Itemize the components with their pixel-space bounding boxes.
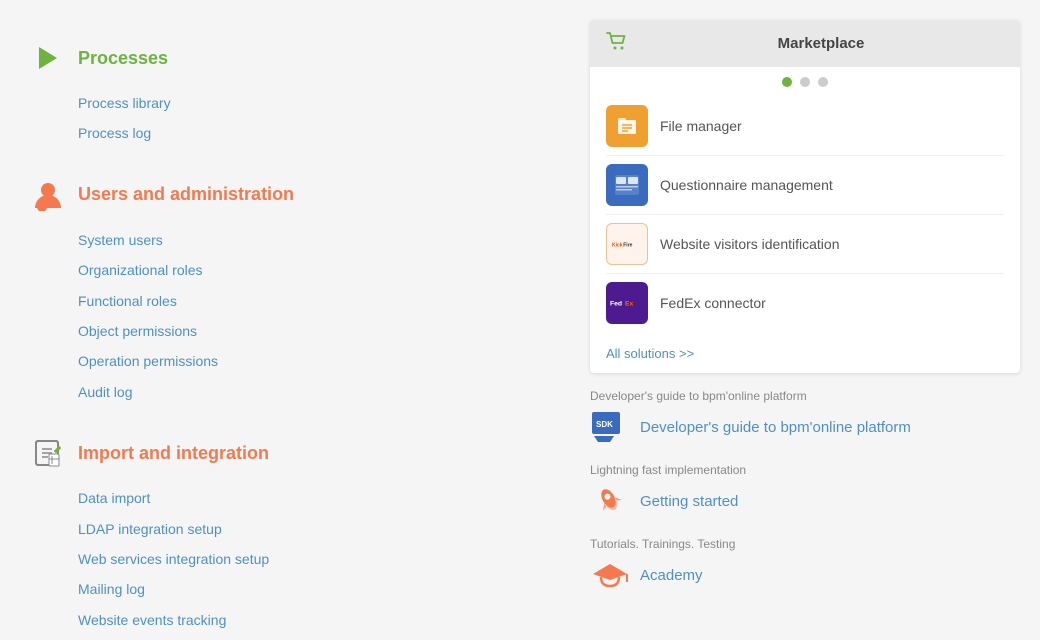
link-process-library[interactable]: Process library bbox=[78, 88, 540, 118]
dev-guide-link-row: SDK Developer's guide to bpm'online plat… bbox=[590, 407, 1020, 447]
link-mailing-log[interactable]: Mailing log bbox=[78, 574, 540, 604]
svg-text:SDK: SDK bbox=[596, 420, 613, 429]
dot-2[interactable] bbox=[800, 77, 810, 87]
section-title-processes: Processes bbox=[78, 48, 168, 69]
section-header-import: Import and integration bbox=[30, 435, 540, 471]
link-audit-log[interactable]: Audit log bbox=[78, 377, 540, 407]
resource-getting-started: Lightning fast implementation Getting st… bbox=[590, 463, 1020, 521]
academy-link[interactable]: Academy bbox=[640, 567, 703, 584]
link-object-permissions[interactable]: Object permissions bbox=[78, 316, 540, 346]
marketplace-items: File manager Questionnaire management bbox=[590, 93, 1020, 340]
link-ldap-integration[interactable]: LDAP integration setup bbox=[78, 514, 540, 544]
sidebar: Processes Process library Process log Us… bbox=[0, 0, 580, 640]
marketplace-item-fedex: Fed Ex FedEx connector bbox=[606, 274, 1004, 332]
link-functional-roles[interactable]: Functional roles bbox=[78, 286, 540, 316]
marketplace-item-kickfire: Kick Fire Website visitors identificatio… bbox=[606, 215, 1004, 274]
fedex-label: FedEx connector bbox=[660, 295, 766, 311]
section-title-import: Import and integration bbox=[78, 443, 269, 464]
marketplace-header: Marketplace bbox=[590, 20, 1020, 67]
user-icon bbox=[30, 177, 66, 213]
dot-3[interactable] bbox=[818, 77, 828, 87]
link-process-log[interactable]: Process log bbox=[78, 118, 540, 148]
resource-academy: Tutorials. Trainings. Testing Academy bbox=[590, 537, 1020, 595]
link-organizational-roles[interactable]: Organizational roles bbox=[78, 255, 540, 285]
marketplace-item-file-manager: File manager bbox=[606, 97, 1004, 156]
rocket-icon bbox=[590, 481, 630, 521]
section-links-processes: Process library Process log bbox=[30, 88, 540, 149]
fedex-icon: Fed Ex bbox=[606, 282, 648, 324]
play-icon bbox=[30, 40, 66, 76]
svg-text:Kick: Kick bbox=[612, 243, 623, 249]
questionnaire-label: Questionnaire management bbox=[660, 177, 833, 193]
section-header-users: Users and administration bbox=[30, 177, 540, 213]
sdk-icon: SDK bbox=[590, 407, 630, 447]
marketplace-dots[interactable] bbox=[590, 67, 1020, 93]
link-operation-permissions[interactable]: Operation permissions bbox=[78, 346, 540, 376]
section-import: Import and integration Data import LDAP … bbox=[30, 435, 540, 635]
marketplace-card: Marketplace File manager bbox=[590, 20, 1020, 373]
dev-guide-link[interactable]: Developer's guide to bpm'online platform bbox=[640, 419, 911, 436]
getting-started-link-row: Getting started bbox=[590, 481, 1020, 521]
cart-icon bbox=[606, 32, 628, 55]
import-icon bbox=[30, 435, 66, 471]
resource-dev-guide: Developer's guide to bpm'online platform… bbox=[590, 389, 1020, 447]
academy-link-row: Academy bbox=[590, 555, 1020, 595]
all-solutions-link[interactable]: All solutions >> bbox=[590, 340, 1020, 373]
cap-icon bbox=[590, 555, 630, 595]
section-links-import: Data import LDAP integration setup Web s… bbox=[30, 483, 540, 635]
link-web-services[interactable]: Web services integration setup bbox=[78, 544, 540, 574]
svg-text:Fire: Fire bbox=[623, 243, 632, 249]
marketplace-item-questionnaire: Questionnaire management bbox=[606, 156, 1004, 215]
academy-label: Tutorials. Trainings. Testing bbox=[590, 537, 1020, 551]
dot-1[interactable] bbox=[782, 77, 792, 87]
section-users: Users and administration System users Or… bbox=[30, 177, 540, 407]
marketplace-title: Marketplace bbox=[638, 35, 1004, 52]
link-system-users[interactable]: System users bbox=[78, 225, 540, 255]
svg-text:Fed: Fed bbox=[610, 301, 622, 308]
questionnaire-icon bbox=[606, 164, 648, 206]
link-data-import[interactable]: Data import bbox=[78, 483, 540, 513]
section-processes: Processes Process library Process log bbox=[30, 40, 540, 149]
kickfire-icon: Kick Fire bbox=[606, 223, 648, 265]
kickfire-label: Website visitors identification bbox=[660, 236, 839, 252]
file-manager-label: File manager bbox=[660, 118, 742, 134]
getting-started-label: Lightning fast implementation bbox=[590, 463, 1020, 477]
getting-started-link[interactable]: Getting started bbox=[640, 493, 738, 510]
right-panel: Marketplace File manager bbox=[580, 0, 1040, 640]
svg-text:Ex: Ex bbox=[625, 301, 634, 308]
section-links-users: System users Organizational roles Functi… bbox=[30, 225, 540, 407]
section-header-processes: Processes bbox=[30, 40, 540, 76]
link-website-events[interactable]: Website events tracking bbox=[78, 605, 540, 635]
dev-guide-label: Developer's guide to bpm'online platform bbox=[590, 389, 1020, 403]
file-manager-icon bbox=[606, 105, 648, 147]
section-title-users: Users and administration bbox=[78, 184, 294, 205]
